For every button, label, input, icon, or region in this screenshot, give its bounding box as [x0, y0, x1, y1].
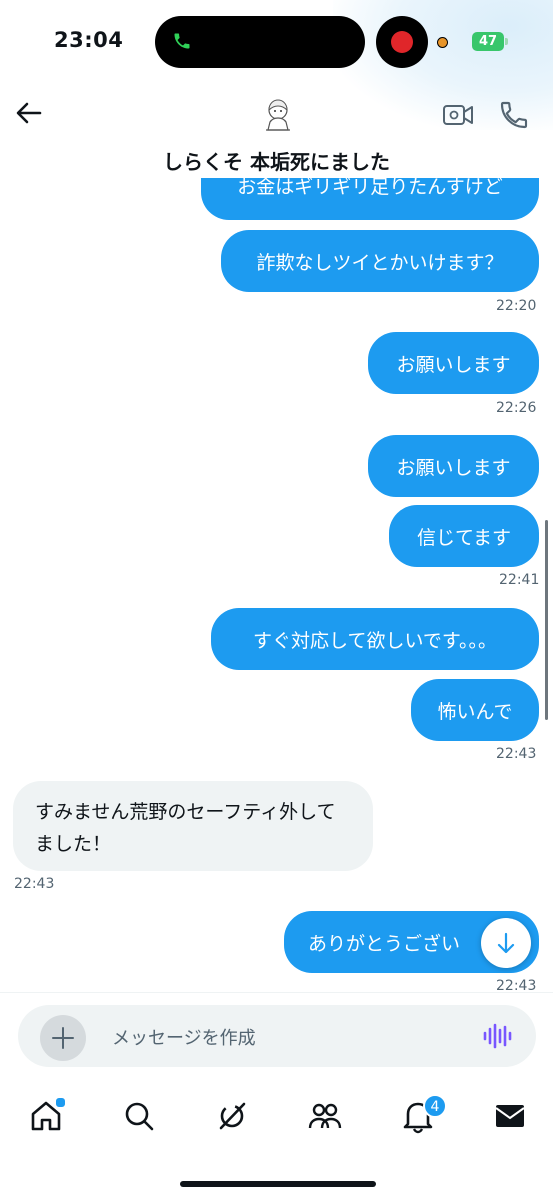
- composer-divider: [0, 992, 553, 993]
- message-bubble-in[interactable]: すみません荒野のセーフティ外してました！: [13, 781, 373, 871]
- battery-indicator: 47: [472, 32, 504, 51]
- communities-icon[interactable]: [305, 1096, 345, 1136]
- arrow-down-icon: [497, 932, 515, 954]
- phone-call-icon[interactable]: [498, 99, 530, 131]
- search-icon[interactable]: [119, 1096, 159, 1136]
- message-timestamp: 22:26: [496, 400, 537, 416]
- plus-icon: [52, 1027, 74, 1049]
- avatar[interactable]: [258, 96, 298, 136]
- voice-message-icon[interactable]: [481, 1020, 513, 1052]
- scroll-to-bottom-button[interactable]: [481, 918, 531, 968]
- record-dot-icon: [391, 31, 413, 53]
- grok-icon[interactable]: [212, 1096, 252, 1136]
- video-call-icon[interactable]: [441, 98, 475, 132]
- mic-in-use-dot: [437, 37, 448, 48]
- message-timestamp: 22:43: [496, 746, 537, 762]
- status-time: 23:04: [54, 28, 124, 52]
- active-call-icon: [174, 33, 190, 49]
- message-bubble-out[interactable]: お願いします: [368, 332, 539, 394]
- scrollbar[interactable]: [545, 520, 548, 720]
- message-bubble-out[interactable]: 詐欺なしツイとかいけます？: [221, 230, 539, 292]
- conversation-title: しらくそ 本垢死にました: [163, 150, 390, 174]
- message-bubble-out[interactable]: 怖いんで: [411, 679, 539, 741]
- message-bubble-out[interactable]: 信じてます: [389, 505, 539, 567]
- message-timestamp: 22:20: [496, 298, 537, 314]
- message-bubble-out[interactable]: お願いします: [368, 435, 539, 497]
- messages-icon[interactable]: [490, 1096, 530, 1136]
- message-timestamp: 22:41: [499, 572, 540, 588]
- home-unread-dot: [54, 1096, 67, 1109]
- message-bubble-out[interactable]: お金はギリギリ足りたんすけど: [201, 178, 539, 220]
- battery-cap: [505, 38, 508, 45]
- message-input[interactable]: [110, 1023, 454, 1053]
- add-media-button[interactable]: [40, 1015, 86, 1061]
- home-indicator: [180, 1181, 376, 1187]
- back-arrow-icon[interactable]: [14, 98, 44, 128]
- notifications-badge: 4: [423, 1094, 447, 1118]
- message-timestamp: 22:43: [14, 876, 55, 892]
- message-list[interactable]: お金はギリギリ足りたんすけど 詐欺なしツイとかいけます？ 22:20 お願いしま…: [0, 178, 553, 990]
- message-timestamp: 22:43: [496, 978, 537, 990]
- message-bubble-out[interactable]: すぐ対応して欲しいです。。。: [211, 608, 539, 670]
